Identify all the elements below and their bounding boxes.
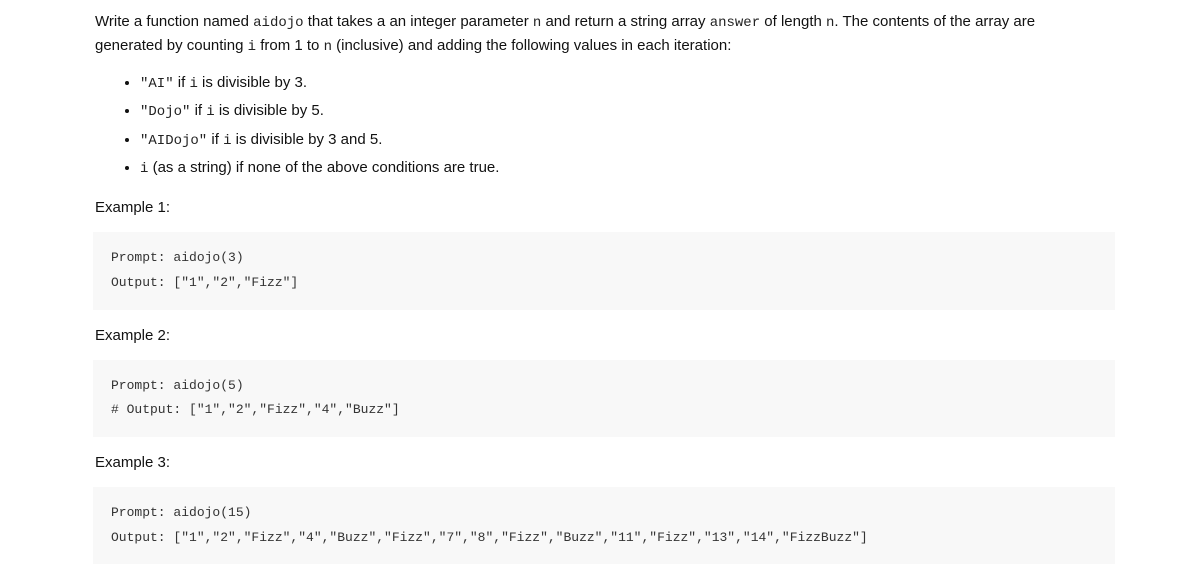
text: that takes a an integer parameter <box>304 13 533 30</box>
example-title: Example 1: <box>95 196 1105 220</box>
text: (inclusive) and adding the following val… <box>332 37 731 54</box>
example-title: Example 2: <box>95 324 1105 348</box>
text: and return a string array <box>541 13 709 30</box>
rule-item: "Dojo" if i is divisible by 5. <box>140 97 1105 125</box>
rule-item: i (as a string) if none of the above con… <box>140 154 1105 182</box>
code-i: i <box>189 76 197 92</box>
intro-paragraph: Write a function named aidojo that takes… <box>95 10 1105 59</box>
text: (as a string) if none of the above condi… <box>148 159 499 176</box>
rule-item: "AI" if i is divisible by 3. <box>140 69 1105 97</box>
text: is divisible by 3 and 5. <box>231 131 382 148</box>
code-line: Prompt: aidojo(3) <box>111 246 1097 271</box>
example-code: Prompt: aidojo(3) Output: ["1","2","Fizz… <box>93 232 1115 309</box>
rule-code: "Dojo" <box>140 104 190 120</box>
text: Write a function named <box>95 13 253 30</box>
code-line: Output: ["1","2","Fizz","4","Buzz","Fizz… <box>111 526 1097 551</box>
text: if <box>190 102 206 119</box>
text: is divisible by 3. <box>198 74 307 91</box>
code-line: # Output: ["1","2","Fizz","4","Buzz"] <box>111 398 1097 423</box>
code-answer: answer <box>710 15 760 31</box>
rule-code: "AI" <box>140 76 174 92</box>
code-line: Prompt: aidojo(15) <box>111 501 1097 526</box>
text: if <box>174 74 190 91</box>
rules-list: "AI" if i is divisible by 3. "Dojo" if i… <box>95 69 1105 183</box>
code-i: i <box>248 39 256 55</box>
code-line: Output: ["1","2","Fizz"] <box>111 271 1097 296</box>
example-title: Example 3: <box>95 451 1105 475</box>
text: from 1 to <box>256 37 324 54</box>
example-code: Prompt: aidojo(5) # Output: ["1","2","Fi… <box>93 360 1115 437</box>
text: of length <box>760 13 826 30</box>
code-fn-name: aidojo <box>253 15 303 31</box>
code-i: i <box>206 104 214 120</box>
text: is divisible by 5. <box>215 102 324 119</box>
text: if <box>207 131 223 148</box>
rule-item: "AIDojo" if i is divisible by 3 and 5. <box>140 126 1105 154</box>
example-code: Prompt: aidojo(15) Output: ["1","2","Fiz… <box>93 487 1115 564</box>
code-param-n: n <box>324 39 332 55</box>
rule-code: "AIDojo" <box>140 133 207 149</box>
code-line: Prompt: aidojo(5) <box>111 374 1097 399</box>
problem-statement: Write a function named aidojo that takes… <box>0 10 1200 564</box>
